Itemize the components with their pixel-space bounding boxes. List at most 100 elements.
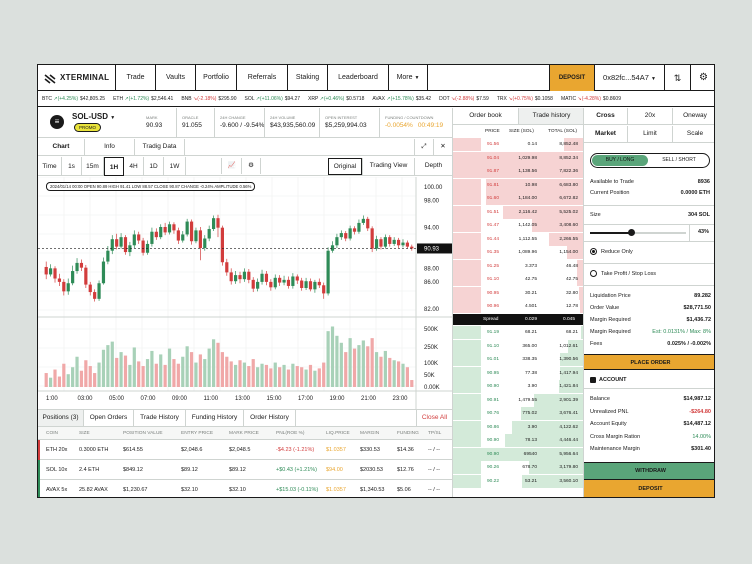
slider-handle[interactable] — [627, 229, 635, 236]
nav-referrals[interactable]: Referrals — [236, 65, 287, 91]
bid-row[interactable]: 90.90 3.90 1,421.84 — [453, 380, 584, 394]
timeframe-4h[interactable]: 4H — [124, 157, 144, 176]
price-chart[interactable]: 100.00 98.00 94.00 90.93 88.00 86.00 82.00 500K… — [38, 176, 452, 409]
positions-tab[interactable]: Funding History — [186, 410, 244, 426]
view-original[interactable]: Original — [328, 158, 362, 175]
timeframe-1s[interactable]: 1s — [62, 157, 82, 176]
ask-row[interactable]: 91.35 1,089.96 1,154.00 — [453, 246, 584, 260]
position-row[interactable]: AVAX 5x 25.82 AVAX $1,230.67 $32.10 $32.10 +$… — [38, 480, 452, 497]
menu-icon[interactable]: ≡ — [50, 115, 64, 129]
ask-row[interactable]: 90.96 4.501 12.78 — [453, 300, 584, 314]
nav-more[interactable]: More ▼ — [388, 65, 428, 91]
pair-selector[interactable]: SOL-USD ▼ — [72, 112, 115, 121]
tab-order-book[interactable]: Order book — [453, 108, 519, 124]
deposit-button[interactable]: DEPOSIT — [549, 65, 594, 91]
tab-trade-history[interactable]: Trade history — [519, 108, 584, 124]
nav-vaults[interactable]: Vaults — [155, 65, 195, 91]
position-col-header: SIZE — [79, 431, 90, 436]
size-percent[interactable]: 43% — [689, 224, 714, 241]
timeframe-15m[interactable]: 15m — [82, 157, 104, 176]
ask-row[interactable]: 91.10 42.75 42.75 — [453, 273, 584, 287]
tab-chart[interactable]: Chart — [38, 139, 85, 155]
tab-oneway[interactable]: Oneway — [673, 108, 714, 124]
positions-tab[interactable]: Trade History — [134, 410, 186, 426]
positions-tab[interactable]: Order History — [244, 410, 296, 426]
nav-trade[interactable]: Trade — [115, 65, 155, 91]
ticker-item[interactable]: BTC ↗(+4.25%) $42,805.25 — [42, 91, 105, 107]
ask-row[interactable]: 91.04 1,029.98 8,852.34 — [453, 151, 584, 166]
nav-staking[interactable]: Staking — [287, 65, 327, 91]
buy-long-button[interactable]: BUY / LONG — [592, 155, 648, 166]
volume-bar — [410, 380, 414, 387]
size-value[interactable]: 304 SOL — [688, 212, 710, 218]
ask-row[interactable]: 91.81 10.98 6,683.80 — [453, 178, 584, 193]
bid-row[interactable]: 90.95 77.38 1,417.94 — [453, 366, 584, 381]
ticker-item[interactable]: ETH ↗(+1.72%) $2,546.41 — [113, 91, 173, 107]
view-depth[interactable]: Depth — [414, 158, 452, 175]
timeframe-time[interactable]: Time — [38, 157, 62, 176]
bid-row[interactable]: 91.19 68.21 68.21 — [453, 326, 584, 340]
ticker-item[interactable]: XRP ↗(+0.46%) $0.5718 — [308, 91, 364, 107]
timeframe-1d[interactable]: 1D — [144, 157, 164, 176]
wallet-button[interactable]: 0x82fc...54A7 ▼ — [594, 65, 664, 91]
candle-body — [220, 227, 224, 263]
ask-row[interactable]: 91.25 3.373 46.48 — [453, 259, 584, 274]
volume-bar — [405, 367, 409, 387]
ticker-bar: BTC ↗(+4.25%) $42,805.25 ETH ↗(+1.72%) $2,5… — [38, 91, 714, 107]
chart-area[interactable]: 100.00 98.00 94.00 90.93 88.00 86.00 82.00 500K… — [38, 176, 452, 409]
timeframe-1w[interactable]: 1W — [164, 157, 186, 176]
ticker-item[interactable]: TRX ↘(+0.75%) $0.1058 — [497, 91, 553, 107]
swap-icon[interactable]: ⇅ — [664, 65, 690, 91]
nav-leaderboard[interactable]: Leaderboard — [327, 65, 388, 91]
ask-row[interactable]: 90.95 30.21 32.80 — [453, 286, 584, 301]
withdraw-button[interactable]: WITHDRAW — [584, 462, 714, 479]
bid-row[interactable]: 91.10 365.00 1,012.61 — [453, 339, 584, 354]
bid-row[interactable]: 90.90 78.13 4,446.44 — [453, 434, 584, 448]
bid-row[interactable]: 90.26 678.70 3,179.80 — [453, 461, 584, 475]
ticker-item[interactable]: SOL ↗(+11.06%) $94.27 — [244, 91, 300, 107]
place-order-button[interactable]: PLACE ORDER — [584, 354, 714, 370]
bid-row[interactable]: 90.86 3.90 4,122.62 — [453, 420, 584, 435]
ticker-item[interactable]: DOT ↘(-2.88%) $7.59 — [439, 91, 489, 107]
tab-limit[interactable]: Limit — [628, 126, 673, 142]
tpsl-radio[interactable] — [590, 270, 597, 277]
deposit-panel-button[interactable]: DEPOSIT — [584, 479, 714, 497]
ob-total: 2,266.55 — [559, 236, 578, 242]
ask-row[interactable]: 91.51 2,116.42 5,525.02 — [453, 205, 584, 220]
ticker-item[interactable]: MATIC ↘(-4.28%) $0.8609 — [561, 91, 621, 107]
tab-leverage[interactable]: 20x — [628, 108, 673, 124]
chart-type-icon[interactable]: 📈 — [221, 158, 241, 174]
ticker-item[interactable]: AVAX ↗(+15.78%) $35.42 — [372, 91, 431, 107]
position-row[interactable]: SOL 10x 2.4 ETH $849.12 $89.12 $89.12 +$0.43 … — [38, 460, 452, 480]
positions-tab[interactable]: Open Orders — [84, 410, 134, 426]
position-row[interactable]: ETH 20x 0.3000 ETH $614.55 $2,048.6 $2,048.5… — [38, 440, 452, 460]
tab-market[interactable]: Market — [584, 126, 628, 142]
timeframe-1h[interactable]: 1H — [104, 157, 124, 176]
close-icon[interactable]: ✕ — [433, 139, 452, 155]
nav-portfolio[interactable]: Portfolio — [195, 65, 236, 91]
close-all-button[interactable]: Close All — [416, 410, 452, 426]
size-slider[interactable] — [590, 229, 686, 236]
ask-row[interactable]: 91.56 0.14 8,852.48 — [453, 138, 584, 152]
tab-info[interactable]: Info — [85, 139, 135, 155]
ask-row[interactable]: 91.44 1,112.55 2,266.55 — [453, 232, 584, 247]
reduce-only-radio[interactable] — [590, 248, 597, 255]
sell-short-button[interactable]: SELL / SHORT — [651, 155, 707, 166]
ticker-item[interactable]: BNB ↘(-2.18%) $295.90 — [181, 91, 236, 107]
ask-row[interactable]: 91.60 1,184.00 6,672.82 — [453, 192, 584, 206]
bid-row[interactable]: 91.01 338.35 1,390.56 — [453, 353, 584, 367]
tab-trading-data[interactable]: Tradig Data — [135, 139, 185, 155]
tab-scale[interactable]: Scale — [673, 126, 714, 142]
tab-cross[interactable]: Cross — [584, 108, 628, 124]
bid-row[interactable]: 90.76 775.02 3,676.41 — [453, 407, 584, 421]
bid-row[interactable]: 90.91 1,479.55 2,901.39 — [453, 393, 584, 408]
settings-icon[interactable]: ⚙ — [241, 158, 261, 174]
ask-row[interactable]: 91.47 1,142.05 3,408.60 — [453, 219, 584, 233]
expand-icon[interactable]: ⤢ — [414, 139, 433, 155]
positions-tab[interactable]: Positions (3) — [38, 410, 84, 426]
ask-row[interactable]: 91.87 1,138.56 7,822.36 — [453, 165, 584, 179]
view-trading-view[interactable]: Trading View — [362, 158, 414, 175]
bid-row[interactable]: 90.22 53.21 3,560.10 — [453, 474, 584, 489]
gear-icon[interactable]: ⚙ — [690, 65, 714, 91]
bid-row[interactable]: 90.90 69540 5,956.64 — [453, 447, 584, 462]
